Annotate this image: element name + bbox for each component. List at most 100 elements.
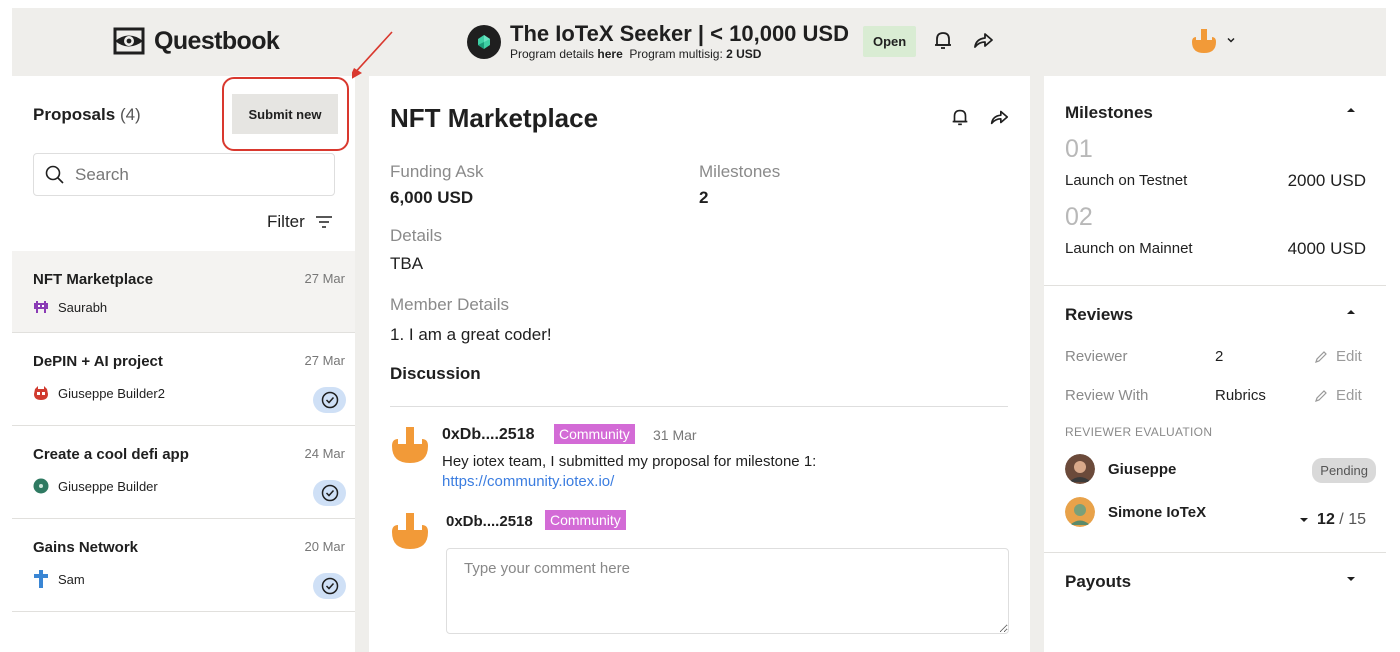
multisig-value: 2 USD [726, 47, 762, 61]
comment-input[interactable] [446, 548, 1009, 634]
caret-up-icon[interactable] [1346, 105, 1356, 115]
proposal-item[interactable]: DePIN + AI project 27 Mar Giuseppe Build… [12, 333, 355, 426]
edit-label: Edit [1336, 348, 1362, 365]
proposals-count: (4) [119, 105, 141, 124]
milestone-name: Launch on Testnet [1065, 172, 1188, 189]
check-circle-icon [321, 391, 338, 409]
program-header: The IoTeX Seeker | < 10,000 USD Program … [467, 22, 849, 61]
proposal-name: Gains Network [33, 539, 139, 556]
multisig-label: Program multisig: [629, 47, 723, 61]
reviewer-score[interactable]: 12 / 15 [1299, 511, 1366, 529]
comment-author: 0xDb....2518 [442, 426, 535, 443]
caret-up-icon[interactable] [1346, 307, 1356, 317]
share-icon[interactable] [971, 28, 995, 52]
logo-text: Questbook [154, 26, 280, 55]
program-details-link[interactable]: here [597, 47, 622, 61]
proposal-name: Create a cool defi app [33, 446, 189, 463]
pending-status-badge: Pending [1312, 458, 1376, 483]
filter-button[interactable]: Filter [267, 212, 333, 232]
proposal-author-name: Giuseppe Builder2 [58, 385, 165, 401]
proposal-list: NFT Marketplace 27 Mar Saurabh DePIN + A… [12, 251, 355, 612]
program-avatar [467, 25, 501, 59]
proposal-title: NFT Marketplace [390, 103, 599, 133]
review-with-label: Review With [1065, 387, 1149, 404]
edit-rubrics-button[interactable]: Edit [1314, 387, 1362, 404]
milestone-number: 01 [1065, 135, 1093, 163]
score-value: 12 [1317, 511, 1335, 528]
proposal-date: 27 Mar [304, 271, 345, 286]
reviewer-avatar [1065, 497, 1095, 527]
bell-icon[interactable] [949, 106, 971, 128]
proposal-item[interactable]: NFT Marketplace 27 Mar Saurabh [12, 251, 355, 333]
proposals-panel: Proposals (4) Submit new Filter NFT Mark… [12, 76, 355, 652]
community-tag: Community [545, 510, 626, 530]
funding-ask-value: 6,000 USD [390, 188, 474, 207]
bell-icon[interactable] [931, 28, 955, 52]
proposal-date: 20 Mar [304, 539, 345, 554]
proposal-author: Saurabh [33, 299, 107, 315]
proposal-name: DePIN + AI project [33, 353, 163, 370]
reviewer-name: Simone IoTeX [1108, 504, 1207, 521]
search-input[interactable] [75, 164, 315, 185]
milestones-label: Milestones [699, 162, 781, 181]
milestones-section-title: Milestones [1065, 103, 1153, 122]
questbook-logo[interactable]: Questbook [112, 25, 280, 57]
proposal-item[interactable]: Create a cool defi app 24 Mar Giuseppe B… [12, 426, 355, 519]
check-circle-icon [321, 577, 338, 595]
red-creature-avatar-icon [33, 385, 49, 401]
share-icon[interactable] [988, 106, 1010, 128]
proposal-author-name: Giuseppe Builder [58, 478, 158, 494]
proposal-detail: NFT Marketplace Funding Ask 6,000 USD Mi… [369, 76, 1030, 652]
user-menu[interactable] [1190, 26, 1236, 54]
divider [390, 406, 1008, 407]
discussion-heading: Discussion [390, 364, 481, 383]
edit-label: Edit [1336, 387, 1362, 404]
filter-icon [315, 216, 332, 228]
reviewed-badge [313, 573, 346, 599]
check-circle-icon [321, 484, 338, 502]
caret-down-icon [1300, 518, 1309, 522]
pencil-icon [1315, 350, 1327, 363]
proposal-item[interactable]: Gains Network 20 Mar Sam [12, 519, 355, 612]
divider [1044, 552, 1386, 553]
comment-date: 31 Mar [653, 427, 697, 443]
composer-avatar-icon [392, 513, 428, 549]
reviewer-label: Reviewer [1065, 348, 1128, 365]
commenter-avatar-icon [392, 427, 428, 463]
caret-down-icon[interactable] [1346, 574, 1356, 584]
reviewed-badge [313, 480, 346, 506]
proposal-author-name: Sam [58, 571, 85, 587]
proposal-sidebar: Milestones 01 Launch on Testnet 2000 USD… [1044, 76, 1386, 652]
milestone-amount: 2000 USD [1287, 171, 1366, 190]
comment-link[interactable]: https://community.iotex.io/ [442, 473, 614, 490]
details-value: TBA [390, 254, 424, 273]
program-title: The IoTeX Seeker | < 10,000 USD [510, 21, 849, 46]
milestone-name: Launch on Mainnet [1065, 240, 1193, 257]
reviews-section-title: Reviews [1065, 305, 1134, 324]
pencil-icon [1315, 389, 1327, 402]
milestones-value: 2 [699, 188, 709, 207]
details-label: Details [390, 226, 442, 245]
proposals-heading: Proposals (4) [33, 105, 141, 125]
reviewer-avatar [1065, 454, 1095, 484]
search-icon [45, 165, 64, 184]
green-circle-avatar-icon [33, 478, 49, 494]
edit-reviewer-button[interactable]: Edit [1314, 348, 1362, 365]
divider [1044, 285, 1386, 286]
proposal-date: 24 Mar [304, 446, 345, 461]
proposal-author: Sam [33, 570, 85, 588]
composer-author: 0xDb....2518 [446, 513, 533, 530]
program-subline: Program details here Program multisig: 2… [510, 47, 849, 61]
proposal-name: NFT Marketplace [33, 271, 154, 288]
filter-label: Filter [267, 212, 305, 231]
app-root: Questbook The IoTeX Seeker | < 10,000 US… [12, 8, 1386, 652]
reviewed-badge [313, 387, 346, 413]
reviewer-value: 2 [1215, 348, 1224, 365]
member-details-label: Member Details [390, 295, 510, 314]
program-details-label: Program details [510, 47, 595, 61]
chevron-down-icon [1227, 37, 1235, 43]
user-avatar-icon [1192, 29, 1216, 53]
proposal-author: Giuseppe Builder [33, 478, 158, 494]
milestone-amount: 4000 USD [1287, 239, 1366, 258]
search-box[interactable] [33, 153, 335, 196]
